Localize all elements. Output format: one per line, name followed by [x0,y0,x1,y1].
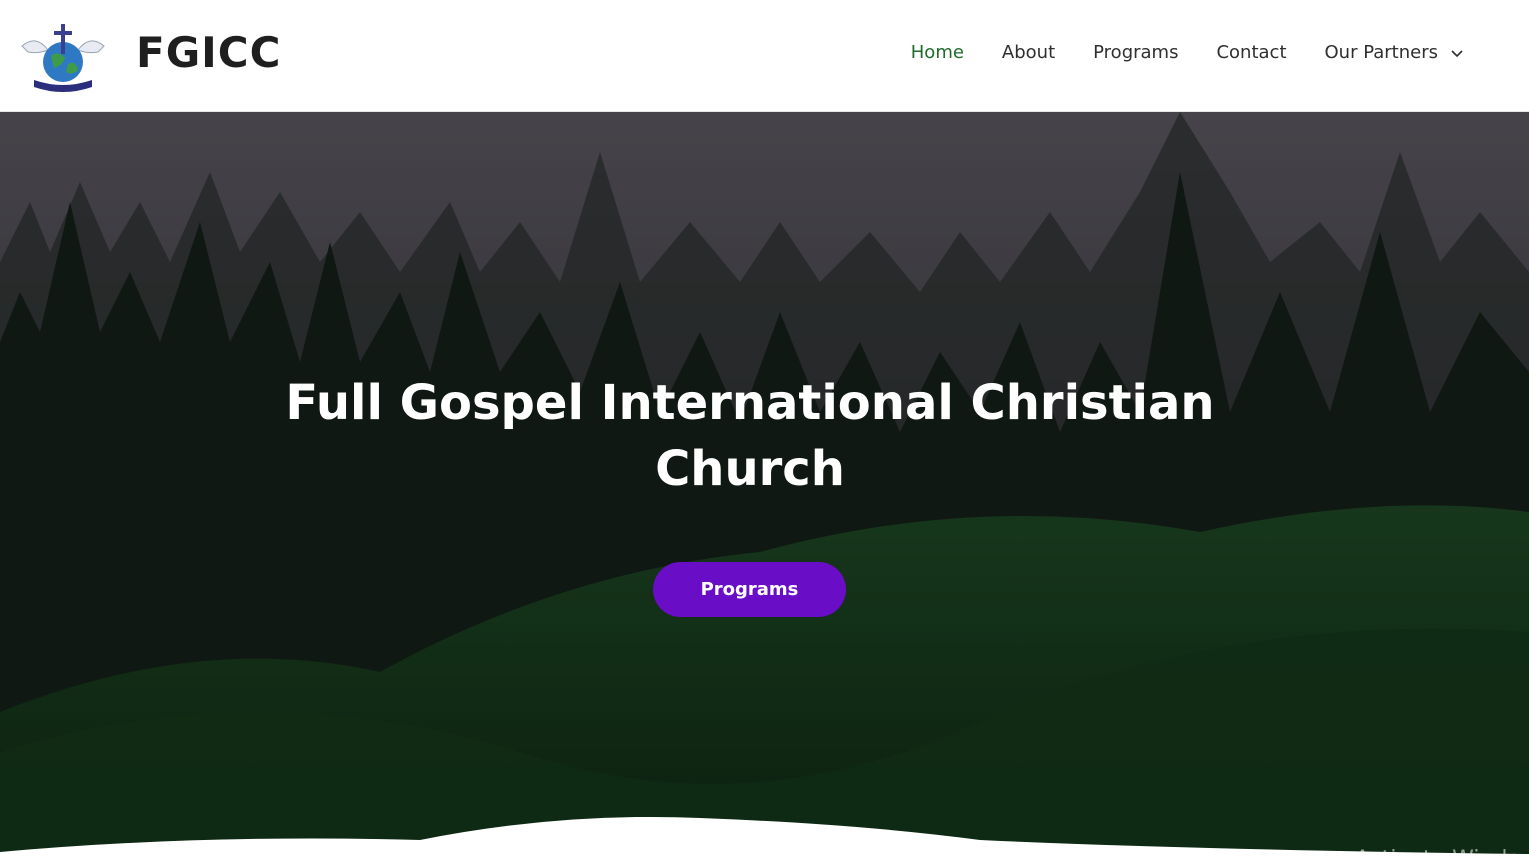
hero-title: Full Gospel International Christian Chur… [285,375,1215,497]
nav-contact[interactable]: Contact [1197,40,1305,65]
nav-home-label: Home [910,42,964,63]
nav-contact-label: Contact [1216,42,1287,63]
main-nav: Home About Programs Contact Our Partners [892,40,1483,65]
nav-our-partners-label: Our Partners [1324,42,1439,63]
chevron-down-icon [1451,49,1463,57]
nav-programs-label: Programs [1093,42,1179,63]
nav-programs[interactable]: Programs [1074,40,1197,65]
nav-our-partners[interactable]: Our Partners [1306,40,1484,65]
site-title[interactable]: FGICC [136,28,281,77]
nav-about[interactable]: About [983,40,1074,65]
site-header: FGICC Home About Programs Contact Our Pa… [0,0,1529,112]
hero-section: Full Gospel International Christian Chur… [0,112,1529,860]
programs-cta-button[interactable]: Programs [653,562,846,617]
logo-icon [21,24,105,92]
activate-windows-watermark: Activate Windo [1355,847,1521,860]
nav-about-label: About [1001,42,1056,63]
site-logo[interactable] [18,20,108,94]
nav-home[interactable]: Home [892,40,983,65]
